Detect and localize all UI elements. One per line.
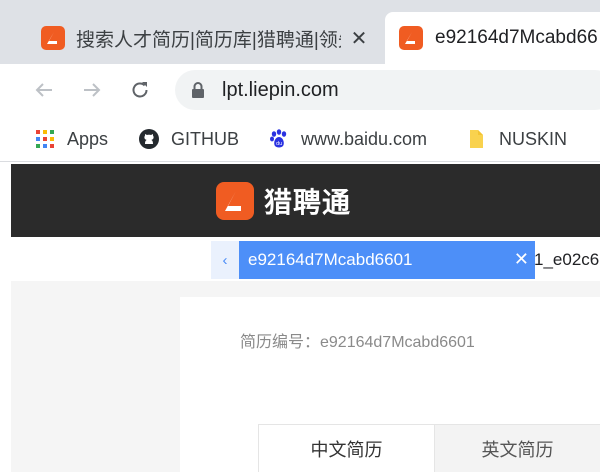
url-text: lpt.liepin.com (222, 79, 339, 101)
browser-tab-strip: 搜索人才简历|简历库|猎聘通|领先 ✕ e92164d7Mcabd66 (0, 0, 600, 70)
resume-tab-next[interactable]: 1_e02c6 (533, 241, 599, 279)
svg-text:du: du (276, 141, 282, 147)
browser-toolbar: lpt.liepin.com (0, 64, 600, 116)
bookmark-label: GITHUB (171, 128, 240, 149)
lock-icon (191, 81, 205, 104)
tab-english-resume[interactable]: 英文简历 (435, 424, 600, 472)
browser-tab-resume[interactable]: e92164d7Mcabd66 (385, 12, 600, 64)
resume-tab-active[interactable]: e92164d7Mcabd6601 ✕ (239, 241, 535, 279)
apps-grid-icon (34, 128, 56, 150)
bookmark-baidu[interactable]: du www.baidu.com (268, 126, 427, 152)
bookmark-label: www.baidu.com (301, 128, 428, 149)
browser-tab-title: 搜索人才简历|简历库|猎聘通|领先 (76, 29, 341, 51)
liepin-logo-icon[interactable] (216, 182, 254, 220)
forward-arrow-icon[interactable] (78, 76, 106, 104)
liepin-favicon-icon (41, 26, 65, 50)
bookmarks-bar: Apps GITHUB du www.baidu.com NUSKIN (0, 116, 600, 162)
reload-icon[interactable] (126, 76, 154, 104)
github-icon (138, 128, 160, 150)
resume-tab-label: e92164d7Mcabd6601 (248, 250, 413, 269)
content-area: 简历编号：e92164d7Mcabd6601 中文简历 英文简历 (11, 281, 600, 472)
bookmark-apps[interactable]: Apps (34, 126, 108, 152)
address-bar[interactable]: lpt.liepin.com (175, 70, 600, 110)
browser-tab-title: e92164d7Mcabd66 (435, 27, 598, 48)
close-resume-tab-icon[interactable]: ✕ (514, 249, 529, 270)
brand-name[interactable]: 猎聘通 (264, 181, 351, 221)
folder-icon (466, 128, 488, 150)
tab-chinese-resume[interactable]: 中文简历 (258, 424, 435, 472)
baidu-paw-icon: du (268, 128, 290, 150)
browser-tab-search[interactable]: 搜索人才简历|简历库|猎聘通|领先 ✕ (10, 12, 382, 64)
resume-id: 简历编号：e92164d7Mcabd6601 (240, 334, 475, 351)
site-header: 猎聘通 (11, 164, 600, 237)
resume-language-tabs: 中文简历 英文简历 (258, 424, 600, 472)
bookmark-nuskin[interactable]: NUSKIN (466, 126, 567, 152)
bookmark-github[interactable]: GITHUB (138, 126, 239, 152)
back-arrow-icon[interactable] (30, 76, 58, 104)
resume-card: 简历编号：e92164d7Mcabd6601 中文简历 英文简历 (180, 297, 600, 472)
bookmark-label: NUSKIN (499, 128, 568, 149)
tab-scroll-left-icon[interactable]: ‹ (211, 241, 239, 279)
bookmark-label: Apps (67, 128, 109, 149)
resume-tab-bar: ‹ e92164d7Mcabd6601 ✕ 1_e02c6 (11, 237, 600, 281)
close-tab-icon[interactable]: ✕ (347, 26, 371, 50)
liepin-favicon-icon (399, 26, 423, 50)
